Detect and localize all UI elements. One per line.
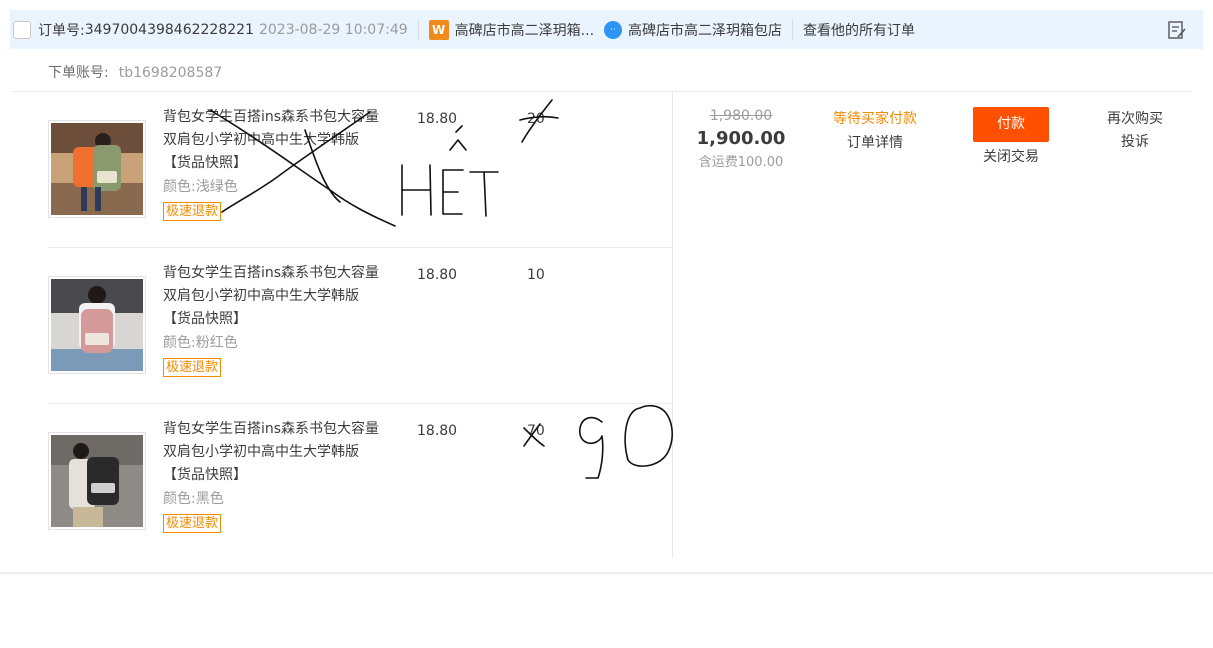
product-image [51, 123, 143, 215]
product-image [51, 279, 143, 371]
order-detail-link[interactable]: 订单详情 [815, 132, 935, 152]
order-time: 2023-08-29 10:07:49 [258, 21, 408, 38]
order-item: 背包女学生百搭ins森系书包大容量双肩包小学初中高中生大学韩版 【货品快照】 颜… [48, 248, 672, 404]
backpack-shape [93, 145, 121, 191]
product-title[interactable]: 背包女学生百搭ins森系书包大容量双肩包小学初中高中生大学韩版 [163, 109, 379, 148]
seller-name-link[interactable]: 高碑店市高二泽玥箱包店 [628, 20, 782, 40]
buyer-account: 下单账号: tb1698208587 [48, 62, 222, 82]
product-thumbnail[interactable] [48, 432, 146, 530]
unit-price: 18.80 [417, 267, 458, 283]
fast-refund-badge: 极速退款 [163, 358, 222, 377]
order-header: 订单号: 3497004398462228221 2023-08-29 10:0… [10, 10, 1203, 49]
quantity: 20 [527, 111, 545, 127]
order-number: 3497004398462228221 [84, 21, 254, 38]
backpack-shape [87, 457, 119, 505]
order-total: 1,980.00 1,900.00 含运费100.00 [682, 108, 800, 170]
shop-icon: W [428, 19, 449, 40]
close-trade-link[interactable]: 关闭交易 [966, 146, 1056, 166]
order-actions: 付款 关闭交易 [966, 107, 1056, 166]
unit-price: 18.80 [417, 423, 458, 439]
order-item: 背包女学生百搭ins森系书包大容量双肩包小学初中高中生大学韩版 【货品快照】 颜… [48, 92, 672, 248]
unit-price: 18.80 [417, 111, 458, 127]
view-all-orders-link[interactable]: 查看他的所有订单 [803, 20, 915, 40]
buyer-account-value: tb1698208587 [118, 65, 223, 81]
product-name[interactable]: 背包女学生百搭ins森系书包大容量双肩包小学初中高中生大学韩版 【货品快照】 [163, 262, 381, 331]
product-image [51, 435, 143, 527]
order-checkbox[interactable] [13, 20, 31, 39]
rebuy-link[interactable]: 再次购买 [1090, 108, 1180, 131]
header-divider [792, 18, 794, 41]
actual-total: 1,900.00 [696, 128, 786, 149]
buyer-account-label: 下单账号: [48, 65, 109, 81]
quantity: 70 [527, 423, 545, 439]
complain-link[interactable]: 投诉 [1090, 131, 1180, 154]
product-color: 颜色:粉红色 [163, 335, 238, 351]
product-color: 颜色:黑色 [163, 491, 224, 507]
chat-icon[interactable]: ⋅⋅ [604, 20, 623, 39]
fast-refund-badge: 极速退款 [163, 202, 222, 221]
order-item: 背包女学生百搭ins森系书包大容量双肩包小学初中高中生大学韩版 【货品快照】 颜… [48, 404, 672, 560]
pay-button[interactable]: 付款 [973, 107, 1049, 142]
trade-status: 等待买家付款 订单详情 [815, 108, 935, 152]
shipping-fee: 含运费100.00 [698, 155, 784, 170]
status-label: 等待买家付款 [833, 111, 917, 127]
product-name[interactable]: 背包女学生百搭ins森系书包大容量双肩包小学初中高中生大学韩版 【货品快照】 [163, 418, 381, 487]
order-number-label: 订单号: [38, 22, 85, 39]
header-divider [417, 18, 419, 41]
snapshot-link[interactable]: 【货品快照】 [163, 155, 247, 171]
edit-note-icon[interactable] [1167, 20, 1187, 40]
original-total: 1,980.00 [709, 108, 773, 124]
quantity: 10 [527, 267, 545, 283]
fast-refund-badge: 极速退款 [163, 514, 222, 533]
product-thumbnail[interactable] [48, 276, 146, 374]
product-name[interactable]: 背包女学生百搭ins森系书包大容量双肩包小学初中高中生大学韩版 【货品快照】 [163, 106, 381, 175]
order-bottom-rule [0, 572, 1213, 574]
backpack-shape [81, 309, 113, 353]
product-thumbnail[interactable] [48, 120, 146, 218]
order-card: 订单号: 3497004398462228221 2023-08-29 10:0… [0, 0, 1213, 648]
snapshot-link[interactable]: 【货品快照】 [163, 467, 247, 483]
snapshot-link[interactable]: 【货品快照】 [163, 311, 247, 327]
more-actions: 再次购买 投诉 [1090, 108, 1180, 154]
product-color: 颜色:浅绿色 [163, 179, 238, 195]
product-title[interactable]: 背包女学生百搭ins森系书包大容量双肩包小学初中高中生大学韩版 [163, 265, 379, 304]
shop-name-link[interactable]: 高碑店市高二泽玥箱... [455, 20, 594, 40]
product-title[interactable]: 背包女学生百搭ins森系书包大容量双肩包小学初中高中生大学韩版 [163, 421, 379, 460]
column-divider [672, 92, 673, 558]
